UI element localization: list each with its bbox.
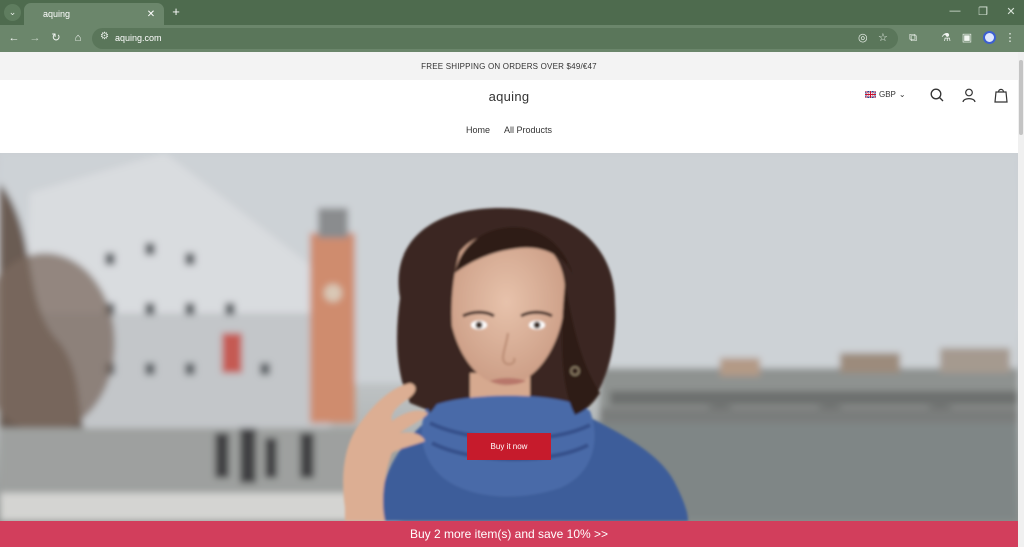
home-icon[interactable]: ⌂ <box>70 30 86 46</box>
star-icon[interactable]: ☆ <box>878 31 888 44</box>
forward-icon[interactable]: → <box>27 30 43 46</box>
tab-title: aquing <box>43 9 71 19</box>
address-bar[interactable]: ⚙ aquing.com ◎ ☆ <box>92 28 898 49</box>
hero-banner: Buy it now <box>0 153 1018 521</box>
scrollbar-thumb[interactable] <box>1019 60 1023 135</box>
search-icon[interactable] <box>929 87 945 103</box>
plus-icon[interactable]: + <box>168 4 184 20</box>
tab-search-icon[interactable]: ⌄ <box>4 4 21 21</box>
nav-all-products[interactable]: All Products <box>504 125 552 135</box>
kebab-menu-icon[interactable]: ⋮ <box>1002 30 1018 46</box>
labs-icon[interactable]: ⚗ <box>938 30 954 46</box>
extensions-icon[interactable]: ⧉ <box>905 30 921 46</box>
side-panel-icon[interactable]: ▣ <box>959 30 975 46</box>
browser-toolbar: ← → ↻ ⌂ ⚙ aquing.com ◎ ☆ ⧉ ⚗ ▣ ⋮ <box>0 25 1024 52</box>
promo-text[interactable]: Buy 2 more item(s) and save 10% >> <box>410 527 608 541</box>
chevron-down-icon: ⌄ <box>898 90 906 99</box>
nav-home[interactable]: Home <box>466 125 490 135</box>
back-icon[interactable]: ← <box>6 30 22 46</box>
promo-bar[interactable]: Buy 2 more item(s) and save 10% >> <box>0 521 1018 547</box>
announcement-bar: FREE SHIPPING ON ORDERS OVER $49/€47 <box>0 52 1018 80</box>
currency-label: GBP <box>879 90 896 99</box>
browser-tab[interactable]: aquing ✕ <box>24 3 164 25</box>
url-text[interactable]: aquing.com <box>115 33 162 43</box>
eye-off-icon[interactable]: ◎ <box>858 31 868 44</box>
store-header: aquing GBP ⌄ Home All Products <box>0 80 1018 153</box>
browser-tab-bar: ⌄ aquing ✕ + — ❐ ✕ <box>0 0 1024 25</box>
account-icon[interactable] <box>961 87 977 103</box>
reload-icon[interactable]: ↻ <box>48 30 64 46</box>
buy-it-now-button[interactable]: Buy it now <box>467 433 551 460</box>
minimize-icon[interactable]: — <box>947 5 963 17</box>
announcement-text: FREE SHIPPING ON ORDERS OVER $49/€47 <box>421 61 597 71</box>
restore-icon[interactable]: ❐ <box>975 5 991 18</box>
window-close-icon[interactable]: ✕ <box>1003 5 1019 18</box>
cart-icon[interactable] <box>993 87 1009 103</box>
currency-selector[interactable]: GBP ⌄ <box>865 90 906 99</box>
main-nav: Home All Products <box>0 125 1018 135</box>
uk-flag-icon <box>865 91 876 98</box>
site-info-icon[interactable]: ⚙ <box>100 31 109 42</box>
close-icon[interactable]: ✕ <box>144 9 158 20</box>
profile-icon[interactable] <box>983 31 996 44</box>
hero-image <box>0 153 1018 521</box>
